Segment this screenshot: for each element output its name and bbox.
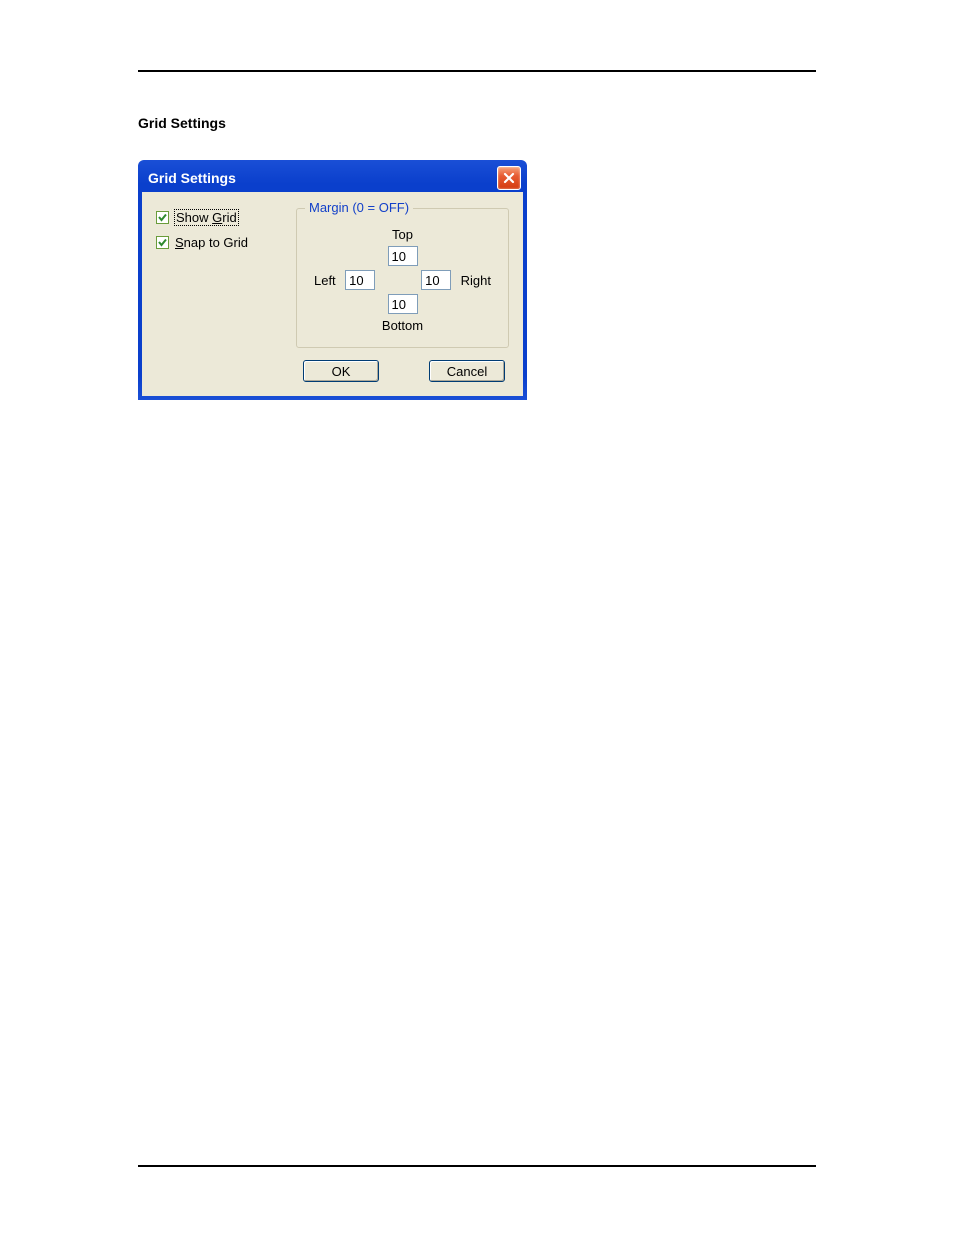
show-grid-checkbox[interactable] [156, 211, 169, 224]
close-icon [503, 172, 515, 184]
page-bottom-rule [138, 1165, 816, 1167]
ok-button[interactable]: OK [303, 360, 379, 382]
section-heading: Grid Settings [138, 115, 226, 131]
cancel-button[interactable]: Cancel [429, 360, 505, 382]
show-grid-label: Show Grid [175, 210, 238, 225]
dialog-button-row: OK Cancel [156, 360, 509, 382]
snap-to-grid-checkbox-row[interactable]: Snap to Grid [156, 235, 286, 250]
snap-to-grid-checkbox[interactable] [156, 236, 169, 249]
margin-left-label: Left [314, 273, 336, 288]
check-icon [157, 237, 168, 248]
margin-top-input[interactable] [388, 246, 418, 266]
page-top-rule [138, 70, 816, 72]
close-button[interactable] [497, 166, 521, 190]
margin-bottom-label: Bottom [382, 318, 423, 333]
checkbox-column: Show Grid Snap to Grid [156, 206, 286, 348]
show-grid-checkbox-row[interactable]: Show Grid [156, 210, 286, 225]
margin-right-label: Right [461, 273, 491, 288]
margin-right-input[interactable] [421, 270, 451, 290]
margin-bottom-input[interactable] [388, 294, 418, 314]
snap-to-grid-label: Snap to Grid [175, 235, 248, 250]
grid-settings-dialog: Grid Settings Show Grid [138, 160, 527, 400]
margin-top-label: Top [392, 227, 413, 242]
titlebar-title: Grid Settings [148, 170, 236, 186]
dialog-client-area: Show Grid Snap to Grid Margin (0 = OFF) … [142, 192, 523, 396]
margin-groupbox: Margin (0 = OFF) Top Left Right [296, 208, 509, 348]
margin-legend: Margin (0 = OFF) [305, 200, 413, 215]
margin-left-input[interactable] [345, 270, 375, 290]
check-icon [157, 212, 168, 223]
titlebar[interactable]: Grid Settings [142, 164, 523, 192]
